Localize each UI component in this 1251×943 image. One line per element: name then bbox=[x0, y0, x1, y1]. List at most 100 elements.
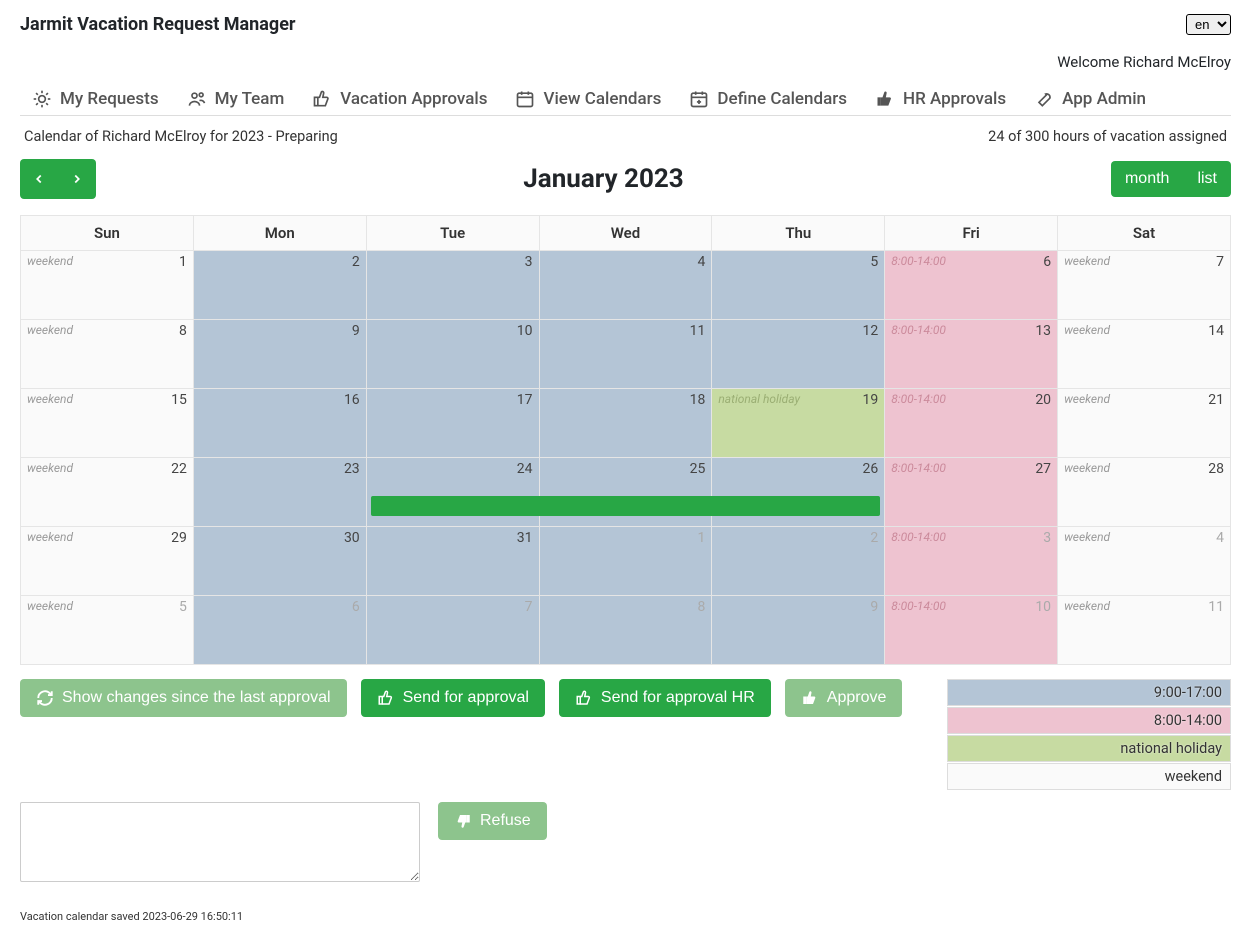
calendar-cell[interactable]: 15weekend bbox=[21, 389, 194, 458]
send-approval-button[interactable]: Send for approval bbox=[361, 679, 545, 717]
app-title: Jarmit Vacation Request Manager bbox=[20, 14, 296, 35]
day-number: 3 bbox=[525, 254, 533, 270]
refuse-reason-input[interactable] bbox=[20, 802, 420, 882]
calendar-cell[interactable]: 22weekend bbox=[21, 458, 194, 527]
chevron-right-icon bbox=[70, 172, 84, 186]
calendar-cell[interactable]: 7weekend bbox=[1058, 251, 1231, 320]
calendar-status-right: 24 of 300 hours of vacation assigned bbox=[988, 128, 1227, 145]
button-label: Approve bbox=[827, 689, 887, 707]
day-number: 20 bbox=[1035, 392, 1051, 408]
calendar-cell[interactable]: 4 bbox=[539, 251, 712, 320]
day-number: 2 bbox=[352, 254, 360, 270]
calendar-cell[interactable]: 2 bbox=[712, 527, 885, 596]
calendar-cell[interactable]: 24 bbox=[366, 458, 539, 527]
button-label: Refuse bbox=[480, 812, 531, 830]
thumbs-up-icon bbox=[312, 89, 332, 109]
vacation-event[interactable] bbox=[371, 496, 540, 516]
view-month-button[interactable]: month bbox=[1111, 161, 1183, 197]
calendar-cell[interactable]: 38:00-14:00 bbox=[885, 527, 1058, 596]
wrench-icon bbox=[1034, 89, 1054, 109]
calendar-cell[interactable]: 1weekend bbox=[21, 251, 194, 320]
cell-label: 8:00-14:00 bbox=[891, 392, 946, 406]
next-month-button[interactable] bbox=[58, 159, 96, 199]
calendar-cell[interactable]: 17 bbox=[366, 389, 539, 458]
calendar-cell[interactable]: 5weekend bbox=[21, 596, 194, 665]
prev-month-button[interactable] bbox=[20, 159, 58, 199]
tab-view-calendars[interactable]: View Calendars bbox=[515, 89, 661, 109]
calendar-cell[interactable]: 10 bbox=[366, 320, 539, 389]
day-number: 6 bbox=[352, 599, 360, 615]
cell-label: weekend bbox=[27, 599, 73, 613]
day-number: 9 bbox=[352, 323, 360, 339]
calendar-cell[interactable]: 25 bbox=[539, 458, 712, 527]
show-changes-button[interactable]: Show changes since the last approval bbox=[20, 679, 347, 717]
calendar-cell[interactable]: 19national holiday bbox=[712, 389, 885, 458]
vacation-event[interactable] bbox=[712, 496, 880, 516]
tab-label: Vacation Approvals bbox=[340, 89, 487, 109]
calendar-cell[interactable]: 2 bbox=[193, 251, 366, 320]
legend-item-blue: 9:00-17:00 bbox=[947, 679, 1231, 706]
calendar-cell[interactable]: 30 bbox=[193, 527, 366, 596]
calendar-cell[interactable]: 4weekend bbox=[1058, 527, 1231, 596]
day-header: Wed bbox=[539, 216, 712, 251]
day-number: 10 bbox=[517, 323, 533, 339]
thumbs-down-filled-icon bbox=[454, 812, 472, 830]
day-number: 8 bbox=[698, 599, 706, 615]
approve-button[interactable]: Approve bbox=[785, 679, 903, 717]
calendar-cell[interactable]: 14weekend bbox=[1058, 320, 1231, 389]
calendar-cell[interactable]: 7 bbox=[366, 596, 539, 665]
day-number: 19 bbox=[862, 392, 878, 408]
day-number: 12 bbox=[862, 323, 878, 339]
refuse-button[interactable]: Refuse bbox=[438, 802, 547, 840]
day-number: 28 bbox=[1208, 461, 1224, 477]
calendar-cell[interactable]: 16 bbox=[193, 389, 366, 458]
calendar-cell[interactable]: 23 bbox=[193, 458, 366, 527]
day-number: 8 bbox=[179, 323, 187, 339]
calendar-cell[interactable]: 108:00-14:00 bbox=[885, 596, 1058, 665]
tab-define-calendars[interactable]: Define Calendars bbox=[689, 89, 847, 109]
calendar-cell[interactable]: 9 bbox=[193, 320, 366, 389]
thumbs-up-icon bbox=[575, 689, 593, 707]
day-header: Mon bbox=[193, 216, 366, 251]
calendar-cell[interactable]: 5 bbox=[712, 251, 885, 320]
calendar-cell[interactable]: 3 bbox=[366, 251, 539, 320]
calendar-cell[interactable]: 21weekend bbox=[1058, 389, 1231, 458]
day-number: 30 bbox=[344, 530, 360, 546]
send-approval-hr-button[interactable]: Send for approval HR bbox=[559, 679, 771, 717]
day-number: 23 bbox=[344, 461, 360, 477]
tab-my-requests[interactable]: My Requests bbox=[32, 89, 159, 109]
day-header: Sat bbox=[1058, 216, 1231, 251]
cell-label: 8:00-14:00 bbox=[891, 530, 946, 544]
tab-hr-approvals[interactable]: HR Approvals bbox=[875, 89, 1006, 109]
calendar-cell[interactable]: 138:00-14:00 bbox=[885, 320, 1058, 389]
calendar-cell[interactable]: 11weekend bbox=[1058, 596, 1231, 665]
vacation-event[interactable] bbox=[540, 496, 713, 516]
calendar-cell[interactable]: 31 bbox=[366, 527, 539, 596]
calendar-cell[interactable]: 1 bbox=[539, 527, 712, 596]
calendar-cell[interactable]: 9 bbox=[712, 596, 885, 665]
calendar-cell[interactable]: 68:00-14:00 bbox=[885, 251, 1058, 320]
cell-label: 8:00-14:00 bbox=[891, 461, 946, 475]
calendar-cell[interactable]: 11 bbox=[539, 320, 712, 389]
calendar-cell[interactable]: 20 8:00-14:00 bbox=[885, 389, 1058, 458]
tab-app-admin[interactable]: App Admin bbox=[1034, 89, 1146, 109]
calendar-cell[interactable]: 26 bbox=[712, 458, 885, 527]
tab-my-team[interactable]: My Team bbox=[187, 89, 285, 109]
view-list-button[interactable]: list bbox=[1183, 161, 1231, 197]
thumbs-up-filled-icon bbox=[801, 689, 819, 707]
calendar-cell[interactable]: 28weekend bbox=[1058, 458, 1231, 527]
day-number: 7 bbox=[1216, 254, 1224, 270]
chevron-left-icon bbox=[32, 172, 46, 186]
calendar-cell[interactable]: 18 bbox=[539, 389, 712, 458]
cell-label: weekend bbox=[27, 323, 73, 337]
tab-vacation-approvals[interactable]: Vacation Approvals bbox=[312, 89, 487, 109]
calendar-cell[interactable]: 6 bbox=[193, 596, 366, 665]
calendar-cell[interactable]: 12 bbox=[712, 320, 885, 389]
cell-label: 8:00-14:00 bbox=[891, 254, 946, 268]
calendar-cell[interactable]: 278:00-14:00 bbox=[885, 458, 1058, 527]
lang-select[interactable]: en bbox=[1186, 14, 1231, 35]
calendar-cell[interactable]: 29weekend bbox=[21, 527, 194, 596]
calendar-icon bbox=[515, 89, 535, 109]
calendar-cell[interactable]: 8 weekend bbox=[21, 320, 194, 389]
calendar-cell[interactable]: 8 bbox=[539, 596, 712, 665]
